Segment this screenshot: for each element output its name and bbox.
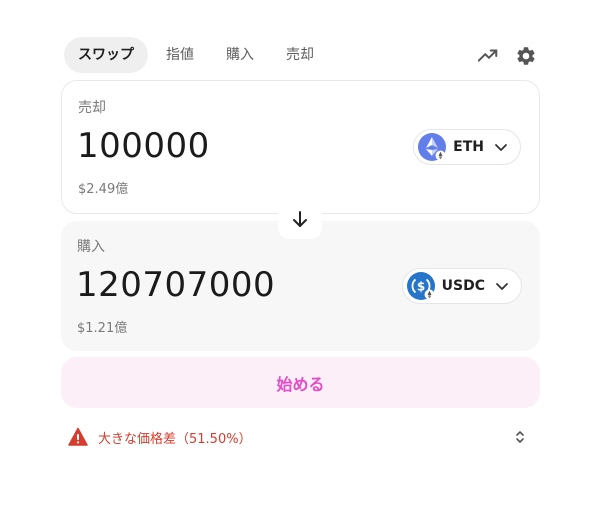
tab-sell[interactable]: 売却 [272,37,328,73]
swap-direction-button[interactable] [278,199,322,239]
price-impact-warning[interactable]: 大きな価格差（51.50%） [68,425,532,449]
trending-up-icon[interactable] [476,44,500,68]
eth-icon [418,133,447,161]
sell-token-symbol: ETH [453,139,484,155]
buy-amount-input[interactable]: 120707000 [76,265,275,305]
tab-buy[interactable]: 購入 [212,37,268,73]
buy-token-symbol: USDC [441,278,485,294]
sell-token-selector[interactable]: ETH [413,129,521,165]
chevron-down-icon [495,144,507,151]
tab-swap[interactable]: スワップ [64,37,148,73]
chevron-up-down-icon[interactable] [512,429,528,445]
sell-label: 売却 [78,100,106,116]
buy-label: 購入 [77,239,105,255]
buy-panel: 購入 120707000 $1.21億 $ USDC [61,221,540,351]
gear-icon[interactable] [514,44,538,68]
sell-amount-input[interactable]: 100000 [77,126,210,166]
buy-token-selector[interactable]: $ USDC [401,268,522,304]
swap-mode-tabs: スワップ 指値 購入 売却 [64,37,332,73]
tab-limit[interactable]: 指値 [152,37,208,73]
sell-fiat-value: $2.49億 [78,182,129,197]
arrow-down-icon [293,211,307,227]
usdc-icon: $ [406,272,435,300]
chevron-down-icon [496,283,508,290]
warning-triangle-icon [68,427,88,446]
sell-panel: 売却 100000 $2.49億 ETH [61,80,540,214]
warning-text: 大きな価格差（51.50%） [98,431,252,447]
svg-text:$: $ [416,280,424,294]
start-button[interactable]: 始める [61,357,540,408]
toolbar [462,44,538,68]
buy-fiat-value: $1.21億 [77,321,128,336]
